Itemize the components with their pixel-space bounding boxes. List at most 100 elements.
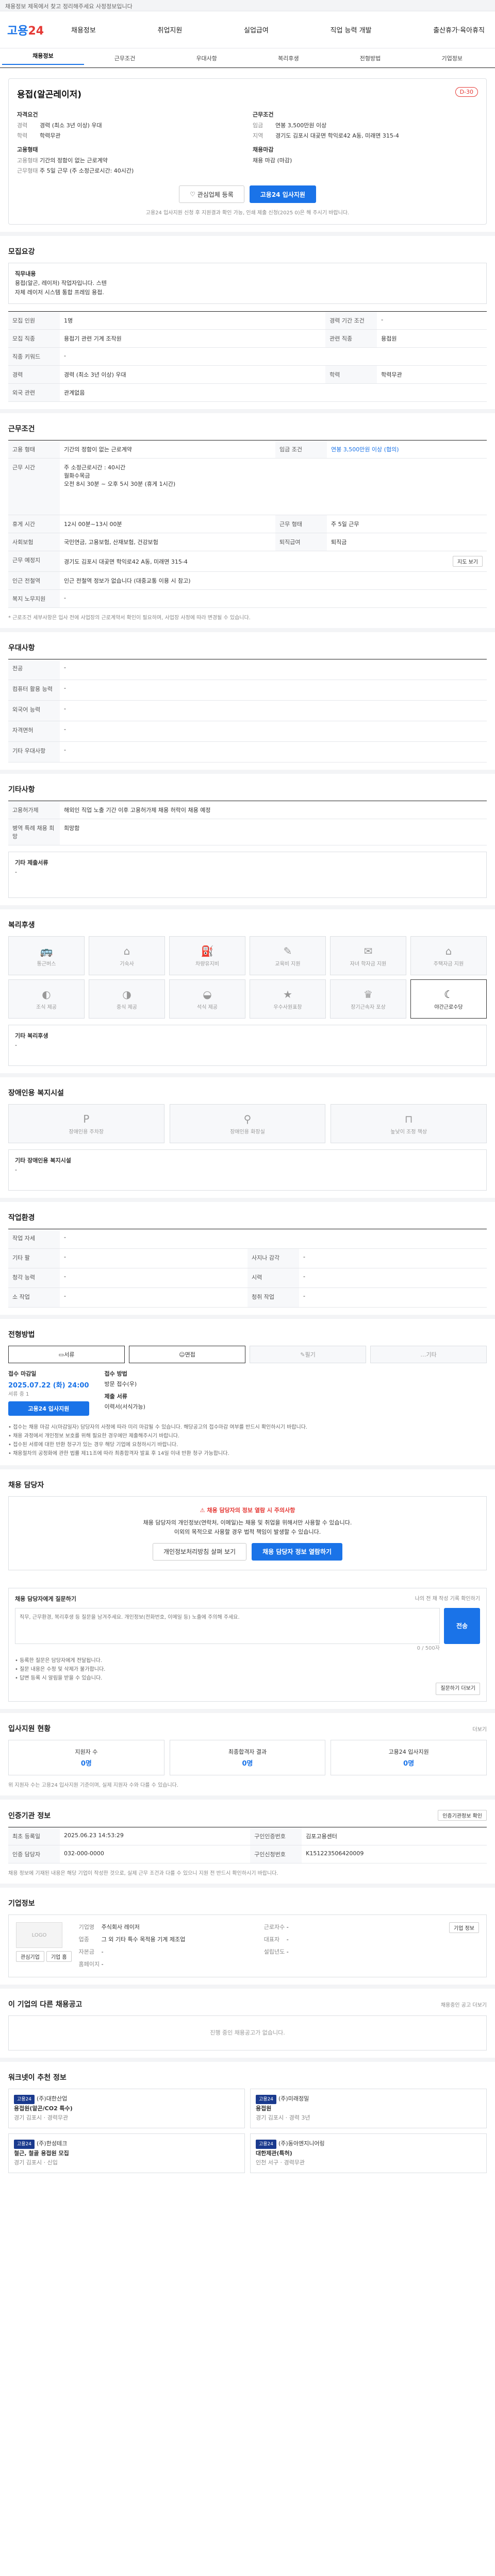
tab-preference[interactable]: 우대사항 [166, 54, 248, 62]
inquiry-section: 채용 담당자에게 질문하기 나의 전 채 작성 기록 확인하기 전송 0 / 5… [0, 1578, 495, 1709]
gnb-item-jobs[interactable]: 채용정보 [68, 25, 99, 35]
map-button[interactable]: 지도 보기 [453, 556, 483, 567]
row-value: - [60, 589, 487, 608]
other-jobs-section: 이 기업의 다른 채용공고 채용중인 공고 더보기 진행 중인 채용공고가 없습… [0, 1989, 495, 2058]
rec-card[interactable]: 고용24 (주)대한산업 용접원(알곤/CO2 특수) 경기 김포시 · 경력무관 [8, 2089, 245, 2128]
rec-title: 용접원 [256, 2105, 272, 2112]
fav-company-button[interactable]: 관심기업 [16, 1951, 44, 1962]
employ-heading: 고용형태 [17, 146, 38, 153]
apply-button-2[interactable]: 고용24 입사지원 [8, 1401, 89, 1416]
summary-section: 용접(알곤레이저) D-30 자격요건 경력 경력 (최소 3년 이상) 우대 학… [0, 68, 495, 232]
rec-card[interactable]: 고용24 (주)미래정밀 용접원 경기 김포시 · 경력 3년 [250, 2089, 487, 2128]
inquiry-send-button[interactable]: 전송 [444, 1608, 480, 1644]
other-jobs-more-link[interactable]: 채용중인 공고 더보기 [441, 2001, 487, 2008]
apply-button[interactable]: 고용24 입사지원 [249, 185, 316, 203]
inquiry-history-link[interactable]: 나의 전 채 작성 기록 확인하기 [415, 1595, 480, 1604]
cond-value: 연봉 3,500만원 이상 [275, 122, 327, 129]
gnb-item-parental[interactable]: 출산휴가·육아휴직 [430, 25, 488, 35]
rec-card[interactable]: 고용24 (주)한성테크 철근, 철골 용접원 모집 경기 김포시 · 신입 [8, 2133, 245, 2173]
company-key: 자본금 [78, 1948, 94, 1955]
warning-icon: ⚠ [200, 1507, 207, 1514]
privacy-button[interactable]: 개인정보처리방침 살펴 보기 [152, 1543, 247, 1561]
apply-section: 전형방법 ▭ 서류 ☺ 면접 ✎ 필기… 기타 접수 마감일 2025.07.22 … [0, 1319, 495, 1465]
welfare-item: ⌂ 주택자금 지원 [410, 936, 487, 975]
tab-recruit[interactable]: 채용정보 [2, 52, 84, 65]
welfare-label: 야간근로수당 [434, 1004, 463, 1010]
applicants-more-link[interactable]: 더보기 [472, 1725, 487, 1733]
welfare-item: ⛽ 차량유지비 [169, 936, 245, 975]
row-key: 인근 전철역 [8, 571, 60, 590]
table-row: 휴게 시간 12시 00분~13시 00분 근무 형태 주 5일 근무 [8, 515, 487, 533]
other-jobs-heading: 이 기업의 다른 채용공고 [8, 2001, 82, 2009]
company-info-button[interactable]: 기업 정보 [449, 1922, 479, 1933]
summary-notice: 고용24 입사지원 신청 후 지원결과 확인 가능, 인쇄 제출 신청(2025… [145, 210, 350, 216]
stat-card: 최종합격자 결과 0명 [169, 1740, 326, 1775]
site-logo[interactable]: 고용24 [7, 22, 68, 38]
method-value: 방문 접수(우) [104, 1381, 137, 1387]
preference-table: 전공 - 컴퓨터 활용 능력 - 외국어 능력 - 자격면허 - 기타 우대사항 - [8, 659, 487, 762]
row-key: 학력 [325, 365, 377, 384]
list-item: 접수는 채용 마감 시(마감일자) 담당자의 사정에 따라 미리 마감될 수 있… [8, 1423, 487, 1432]
stat-label: 지원자 수 [75, 1749, 98, 1755]
apply-heading: 전형방법 [8, 1331, 35, 1339]
table-row: 기타 팔 - 사지나 감각 - [8, 1248, 487, 1268]
welfare-extra-label: 기타 복리후생 [15, 1032, 48, 1039]
rec-tag: 고용24 [256, 2140, 277, 2149]
ai-section: 워크넷이 추천 정보 고용24 (주)대한산업 용접원(알곤/CO2 특수) 경기 김… [0, 2062, 495, 2180]
row-value: - [60, 700, 487, 721]
inquiry-more-button[interactable]: 질문하기 더보기 [436, 1683, 480, 1695]
welfare-item: ◒ 석식 제공 [169, 979, 245, 1019]
stat-label: 고용24 입사지원 [388, 1749, 429, 1755]
longservice-icon: ♛ [364, 988, 373, 1001]
recruit-heading: 모집요강 [8, 248, 35, 256]
recruit-table: 모집 인원 1명 경력 기간 조건 - 모집 직종 용접기 관련 기계 조작원 관련 직종… [8, 311, 487, 402]
rec-title: 대한제관(특허) [256, 2150, 292, 2157]
table-row: 고용허가제 해외인 직업 노출 기간 이후 고용허가제 채용 허락이 채용 예정 [8, 801, 487, 819]
house-icon: ⌂ [445, 944, 452, 957]
stat-card: 고용24 입사지원 0명 [331, 1740, 487, 1775]
row-key: 외국 관련 [8, 383, 60, 402]
rec-company: (주)한성테크 [37, 2140, 68, 2147]
disability-heading: 장애인용 복지시설 [8, 1089, 64, 1097]
welfare-item: ✎ 교육비 지원 [250, 936, 326, 975]
row-value: - [60, 1229, 487, 1249]
gnb-item-training[interactable]: 직업 능력 개발 [327, 25, 375, 35]
row-value: 국민연금, 고용보험, 산재보험, 건강보험 [60, 533, 275, 551]
welfare-grid: 🚌 통근버스 ⌂ 기숙사 ⛽ 차량유지비 ✎ 교육비 지원 ✉ 자녀 학자금 지원 ⌂ 주택자금 지원… [8, 936, 487, 1019]
company-value: - [101, 1948, 104, 1955]
table-row: 소 작업 - 청취 작업 - [8, 1287, 487, 1308]
tab-company[interactable]: 기업정보 [411, 54, 493, 62]
row-key: 구인인증번호 [250, 1827, 302, 1845]
alert-title: 채용 담당자의 정보 열람 시 주의사항 [207, 1507, 295, 1514]
other-jobs-empty: 진행 중인 채용공고가 없습니다. [8, 2015, 487, 2050]
row-key: 임금 조건 [275, 440, 327, 459]
tab-conditions[interactable]: 근무조건 [84, 54, 166, 62]
scrap-button[interactable]: ♡ 관심업체 등록 [179, 185, 244, 203]
breakfast-icon: ◐ [42, 988, 51, 1001]
etc-icon: … [420, 1351, 426, 1358]
tab-apply[interactable]: 전형방법 [329, 54, 411, 62]
top-notice-bar: 채용정보 제목에서 찾고 정리해주세요 사정정보입니다 [0, 0, 495, 11]
row-value: 학력무관 [377, 365, 487, 384]
welfare-item: 🚌 통근버스 [8, 936, 85, 975]
tab-welfare[interactable]: 복리후생 [248, 54, 329, 62]
conditions-table: 고용 형태 기간의 정함이 없는 근로계약 임금 조건 연봉 3,500만원 이상 (… [8, 440, 487, 608]
docs-label: 제출 서류 [104, 1393, 127, 1400]
inquiry-input[interactable] [15, 1608, 440, 1644]
disability-extra-label: 기타 장애인용 복지시설 [15, 1157, 71, 1164]
deadline-heading: 채용마감 [253, 146, 274, 153]
row-value: - [60, 659, 487, 680]
company-home-button[interactable]: 기업 홈 [46, 1951, 72, 1962]
info-check-button[interactable]: 인증기관정보 확인 [438, 1810, 487, 1821]
gnb-item-support[interactable]: 취업지원 [155, 25, 186, 35]
table-row: 전공 - [8, 659, 487, 680]
preference-section: 우대사항 전공 - 컴퓨터 활용 능력 - 외국어 능력 - 자격면허 - 기타 우대사… [0, 632, 495, 770]
row-key: 관련 직종 [325, 329, 377, 348]
dormitory-icon: ⌂ [123, 944, 130, 957]
row-value: - [299, 1287, 487, 1308]
rec-card[interactable]: 고용24 (주)동아엔지니어링 대한제관(특허) 인천 서구 · 경력무관 [250, 2133, 487, 2173]
gnb-item-unemployment[interactable]: 실업급여 [241, 25, 272, 35]
row-value: - [60, 1268, 248, 1288]
welfare-label: 차량유지비 [195, 961, 219, 967]
view-contact-button[interactable]: 채용 담당자 정보 열람하기 [252, 1543, 343, 1561]
